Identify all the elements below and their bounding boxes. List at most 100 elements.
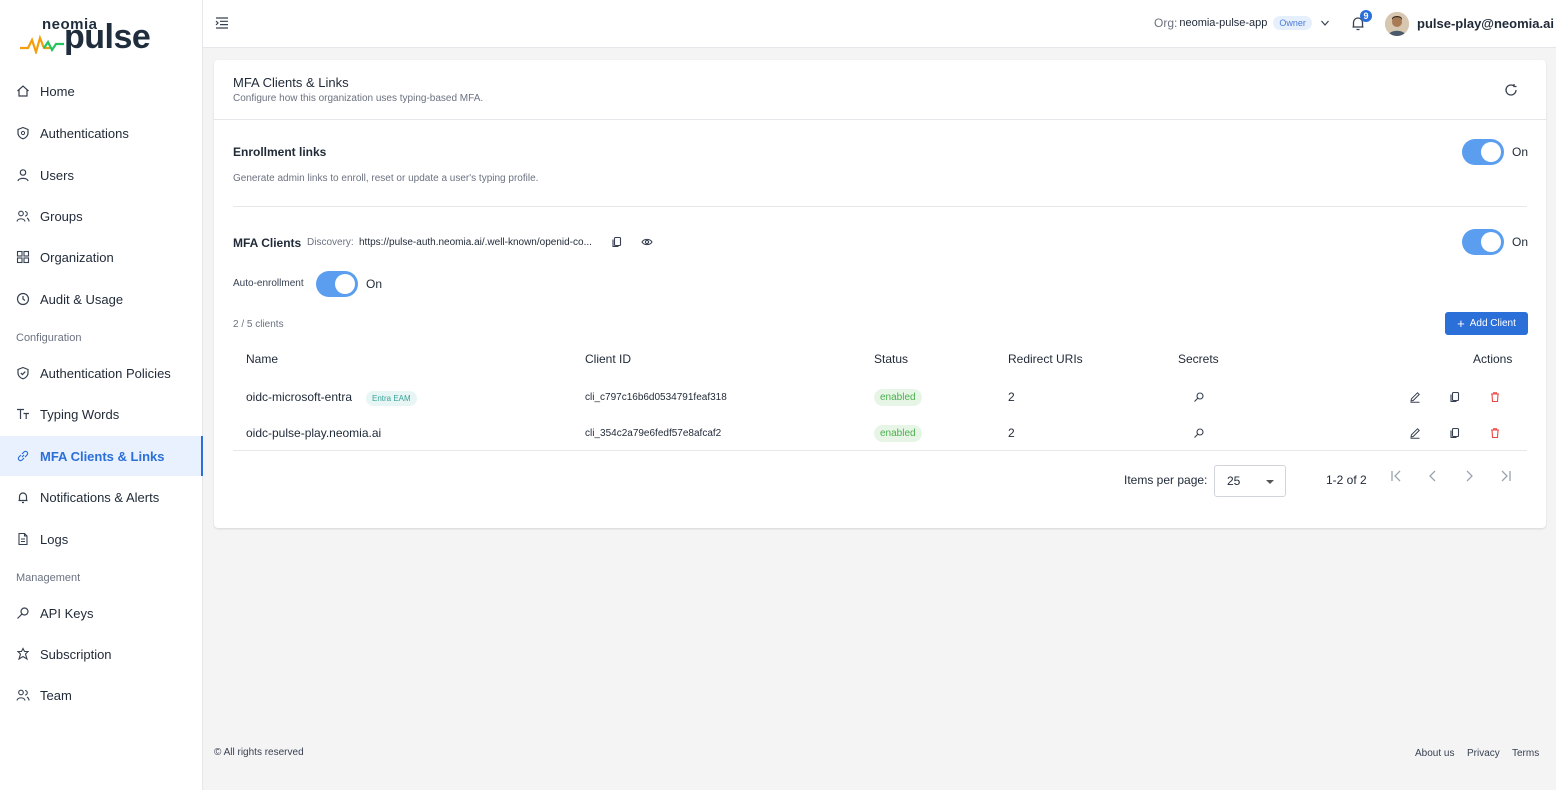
avatar[interactable]	[1385, 12, 1409, 36]
mfa-clients-toggle-label: On	[1512, 235, 1529, 249]
caret-down-icon	[1266, 480, 1274, 484]
sidebar-item-label: Authentications	[40, 125, 129, 141]
logo-wave-icon	[20, 34, 64, 54]
sidebar-item-label: Home	[40, 83, 75, 99]
delete-icon[interactable]	[1489, 427, 1501, 439]
org-label: Org:	[1154, 16, 1178, 30]
discovery-label: Discovery:	[307, 237, 354, 248]
logo[interactable]: neomia pulse	[20, 14, 151, 58]
footer-link-terms[interactable]: Terms	[1512, 748, 1539, 759]
sidebar-item-label: Authentication Policies	[40, 365, 171, 381]
logo-big-text: pulse	[64, 18, 151, 56]
plus-icon: +	[1457, 316, 1465, 331]
home-icon	[16, 84, 30, 98]
sidebar-item-audit-usage[interactable]: Audit & Usage	[0, 279, 203, 319]
sidebar-item-label: Typing Words	[40, 406, 120, 422]
refresh-icon[interactable]	[1504, 83, 1518, 97]
enrollment-links-title: Enrollment links	[233, 145, 327, 159]
sidebar-item-label: Organization	[40, 249, 114, 265]
user-email[interactable]: pulse-play@neomia.ai	[1417, 16, 1554, 31]
sidebar-item-groups[interactable]: Groups	[0, 196, 203, 236]
org-switcher[interactable]: Org: neomia-pulse-app Owner	[1154, 16, 1330, 30]
sidebar-item-label: API Keys	[40, 605, 94, 621]
items-per-page-value: 25	[1227, 474, 1241, 488]
badge-icon	[16, 647, 30, 661]
footer-link-privacy[interactable]: Privacy	[1467, 748, 1500, 759]
document-icon	[16, 532, 30, 546]
status-badge: enabled	[874, 425, 922, 442]
redirect-uris-count: 2	[1008, 426, 1015, 440]
clock-icon	[16, 292, 30, 306]
column-header-actions: Actions	[1473, 352, 1513, 366]
toggle-knob	[335, 274, 355, 294]
users-icon	[16, 209, 30, 223]
footer-link-about[interactable]: About us	[1415, 748, 1454, 759]
column-header-secrets[interactable]: Secrets	[1178, 352, 1219, 366]
page-subtitle: Configure how this organization uses typ…	[233, 93, 484, 104]
next-page-icon[interactable]	[1461, 468, 1477, 484]
grid-icon	[16, 250, 30, 264]
sidebar-item-label: Groups	[40, 208, 83, 224]
column-header-status[interactable]: Status	[874, 352, 908, 366]
edit-icon[interactable]	[1409, 427, 1421, 439]
sidebar-item-notifications-alerts[interactable]: Notifications & Alerts	[0, 477, 203, 517]
sidebar-item-organization[interactable]: Organization	[0, 237, 203, 277]
column-header-name[interactable]: Name	[246, 352, 278, 366]
divider	[214, 119, 1546, 120]
link-icon	[16, 449, 30, 463]
eye-icon[interactable]	[641, 236, 653, 248]
sidebar-item-home[interactable]: Home	[0, 71, 203, 111]
auto-enrollment-toggle-label: On	[366, 277, 383, 291]
user-icon	[16, 168, 30, 182]
enrollment-links-toggle[interactable]	[1462, 139, 1504, 165]
mfa-clients-toggle[interactable]	[1462, 229, 1504, 255]
sidebar-item-team[interactable]: Team	[0, 675, 203, 715]
edit-icon[interactable]	[1409, 391, 1421, 403]
reveal-secret-icon[interactable]	[1193, 391, 1205, 403]
key-icon	[16, 606, 30, 620]
sidebar: neomia pulse Home Authentications Users …	[0, 0, 203, 790]
sidebar-item-label: Logs	[40, 531, 69, 547]
copy-icon[interactable]	[1449, 391, 1461, 403]
sidebar-item-label: Audit & Usage	[40, 291, 124, 307]
toggle-knob	[1481, 232, 1501, 252]
copy-icon[interactable]	[611, 236, 623, 248]
sidebar-item-logs[interactable]: Logs	[0, 519, 203, 559]
client-id: cli_c797c16b6d0534791feaf318	[585, 392, 727, 403]
team-icon	[16, 688, 30, 702]
clients-count: 2 / 5 clients	[233, 319, 284, 330]
enrollment-links-toggle-label: On	[1512, 145, 1529, 159]
sidebar-item-label: Subscription	[40, 646, 112, 662]
reveal-secret-icon[interactable]	[1193, 427, 1205, 439]
auto-enrollment-label: Auto-enrollment	[233, 278, 304, 289]
divider	[233, 206, 1527, 207]
auto-enrollment-toggle[interactable]	[316, 271, 358, 297]
sidebar-item-subscription[interactable]: Subscription	[0, 634, 203, 674]
sidebar-item-label: MFA Clients & Links	[40, 448, 165, 464]
menu-toggle-icon[interactable]	[215, 16, 231, 30]
mfa-clients-title: MFA Clients	[233, 236, 302, 250]
last-page-icon[interactable]	[1497, 468, 1513, 484]
text-icon	[16, 407, 30, 421]
column-header-client-id[interactable]: Client ID	[585, 352, 631, 366]
previous-page-icon[interactable]	[1425, 468, 1441, 484]
sidebar-item-authentication-policies[interactable]: Authentication Policies	[0, 353, 203, 393]
chevron-down-icon	[1320, 20, 1329, 26]
sidebar-item-api-keys[interactable]: API Keys	[0, 593, 203, 633]
shield-icon	[16, 126, 30, 140]
divider	[233, 450, 1527, 451]
sidebar-item-typing-words[interactable]: Typing Words	[0, 394, 203, 434]
delete-icon[interactable]	[1489, 391, 1501, 403]
add-client-button[interactable]: + Add Client	[1445, 312, 1528, 335]
column-header-redirect-uris[interactable]: Redirect URIs	[1008, 352, 1083, 366]
sidebar-item-label: Notifications & Alerts	[40, 489, 160, 505]
redirect-uris-count: 2	[1008, 390, 1015, 404]
items-per-page-select[interactable]: 25	[1214, 465, 1286, 497]
sidebar-item-mfa-clients-links[interactable]: MFA Clients & Links	[0, 436, 203, 476]
sidebar-item-users[interactable]: Users	[0, 155, 203, 195]
sidebar-item-label: Users	[40, 167, 74, 183]
copy-icon[interactable]	[1449, 427, 1461, 439]
first-page-icon[interactable]	[1389, 468, 1405, 484]
sidebar-item-authentications[interactable]: Authentications	[0, 113, 203, 153]
sidebar-item-label: Team	[40, 687, 72, 703]
